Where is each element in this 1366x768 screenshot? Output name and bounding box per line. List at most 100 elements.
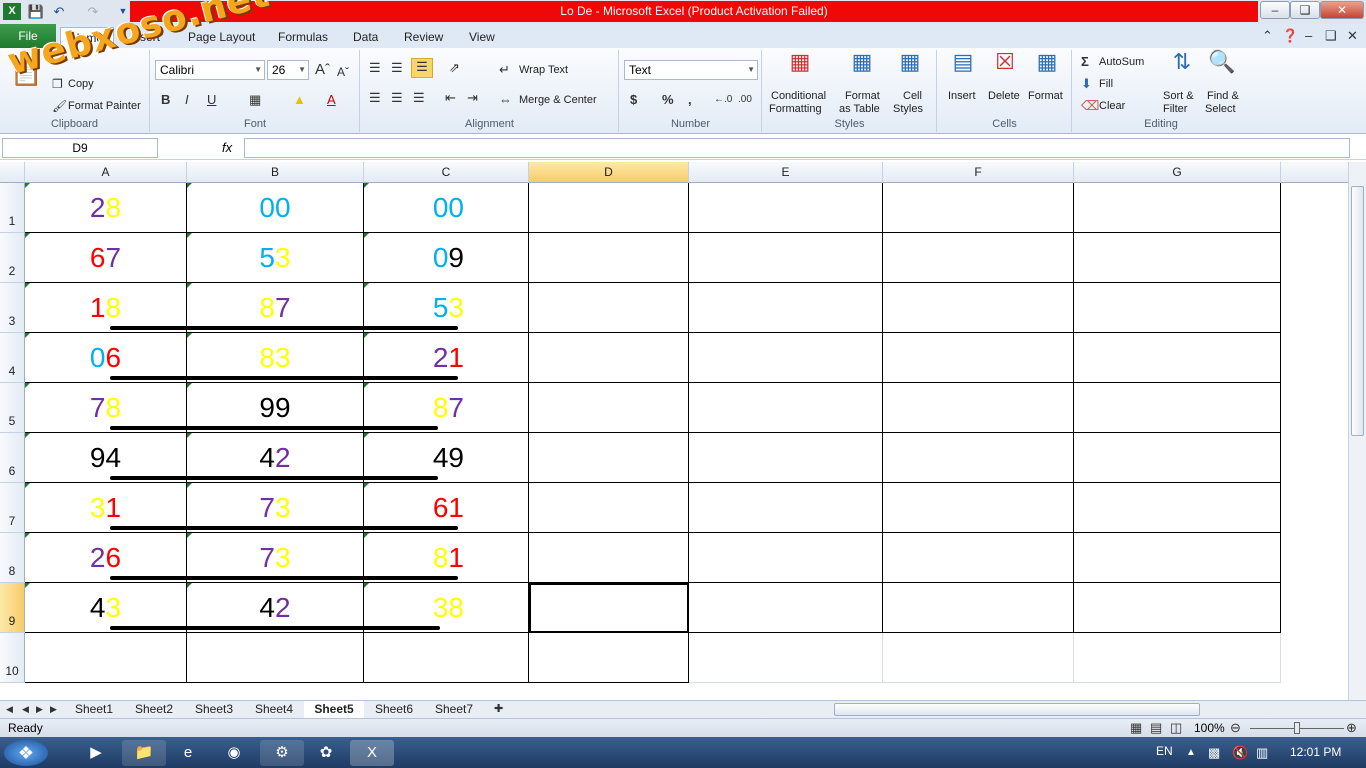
row-header-1[interactable]: 1	[0, 183, 25, 233]
insert-sheet-icon[interactable]: ✚	[494, 701, 503, 717]
show-hidden-icons-icon[interactable]: ▲	[1186, 745, 1196, 761]
zoom-level[interactable]: 100%	[1194, 721, 1225, 735]
cell-e3[interactable]	[689, 283, 883, 333]
wrap-text-icon[interactable]: ↵	[499, 62, 510, 78]
row-header-6[interactable]: 6	[0, 433, 25, 483]
cell-e1[interactable]	[689, 183, 883, 233]
autosum-button[interactable]: AutoSum	[1099, 56, 1144, 68]
first-sheet-icon[interactable]: ◀	[6, 701, 13, 717]
cell-e9[interactable]	[689, 583, 883, 633]
zoom-in-icon[interactable]: ⊕	[1346, 720, 1357, 736]
conditional-formatting-label-1[interactable]: Conditional	[771, 90, 826, 102]
cell-f6[interactable]	[883, 433, 1074, 483]
fill-button[interactable]: Fill	[1099, 78, 1113, 90]
insert-button[interactable]: Insert	[948, 90, 976, 102]
cell-b2[interactable]: 53	[187, 233, 364, 283]
cell-f1[interactable]	[883, 183, 1074, 233]
number-format-select[interactable]: Text ▼	[624, 60, 758, 80]
chrome-icon[interactable]: ◉	[212, 740, 256, 766]
format-as-table-label-1[interactable]: Format	[845, 90, 880, 102]
column-header-f[interactable]: F	[883, 162, 1074, 183]
row-header-2[interactable]: 2	[0, 233, 25, 283]
format-cells-icon[interactable]: ▦	[1032, 51, 1062, 84]
sort-filter-icon[interactable]: ⇅	[1167, 51, 1197, 84]
horizontal-scrollbar[interactable]	[834, 703, 1200, 716]
insert-function-icon[interactable]: fx	[222, 138, 242, 158]
bold-icon[interactable]: B	[161, 92, 170, 108]
cell-d2[interactable]	[529, 233, 689, 283]
column-header-g[interactable]: G	[1074, 162, 1281, 183]
currency-icon[interactable]: $	[630, 92, 637, 108]
orientation-icon[interactable]: ⇗	[449, 60, 460, 76]
clear-button[interactable]: Clear	[1099, 100, 1125, 112]
start-button-icon[interactable]: ❖	[4, 740, 48, 766]
cell-d5[interactable]	[529, 383, 689, 433]
file-explorer-icon[interactable]: 📁	[122, 740, 166, 766]
select-all-corner[interactable]	[0, 162, 25, 183]
increase-indent-icon[interactable]: ⇥	[467, 90, 478, 106]
clock[interactable]: 12:01 PM	[1290, 745, 1341, 759]
cell-c10[interactable]	[364, 633, 529, 683]
network-icon[interactable]: ▥	[1256, 745, 1268, 761]
format-painter-icon[interactable]: 🖌	[52, 98, 67, 114]
sheet-tab-sheet5[interactable]: Sheet5	[304, 701, 364, 718]
app-icon[interactable]: ⚙	[260, 740, 304, 766]
cell-g9[interactable]	[1074, 583, 1281, 633]
page-layout-view-icon[interactable]: ▤	[1150, 720, 1162, 736]
zoom-slider-thumb[interactable]	[1294, 722, 1300, 734]
column-header-b[interactable]: B	[187, 162, 364, 183]
save-icon[interactable]: 💾	[27, 3, 45, 20]
sheet-tab-sheet3[interactable]: Sheet3	[184, 701, 244, 718]
sheet-tab-sheet6[interactable]: Sheet6	[364, 701, 424, 718]
row-header-8[interactable]: 8	[0, 533, 25, 583]
excel-taskbar-icon[interactable]: X	[350, 740, 394, 766]
name-box[interactable]: D9	[2, 138, 158, 158]
wrap-text-button[interactable]: Wrap Text	[519, 64, 568, 76]
column-header-e[interactable]: E	[689, 162, 883, 183]
grow-font-icon[interactable]: Aˆ	[315, 62, 330, 78]
undo-icon[interactable]: ↶	[50, 3, 68, 20]
cell-g3[interactable]	[1074, 283, 1281, 333]
sheet-tab-sheet4[interactable]: Sheet4	[244, 701, 304, 718]
cell-a1[interactable]: 28	[25, 183, 187, 233]
cell-f2[interactable]	[883, 233, 1074, 283]
cell-styles-label-2[interactable]: Styles	[893, 103, 923, 115]
cell-b1[interactable]: 00	[187, 183, 364, 233]
active-cell-d9[interactable]	[529, 583, 689, 633]
cell-d7[interactable]	[529, 483, 689, 533]
sheet-tab-sheet2[interactable]: Sheet2	[124, 701, 184, 718]
cell-d1[interactable]	[529, 183, 689, 233]
tab-data[interactable]: Data	[343, 27, 388, 48]
last-sheet-icon[interactable]: ▶	[50, 701, 57, 717]
align-middle-icon[interactable]: ☰	[391, 60, 403, 76]
comma-icon[interactable]: ,	[688, 92, 692, 108]
align-center-icon[interactable]: ☰	[391, 90, 403, 106]
find-select-icon[interactable]: 🔍	[1207, 51, 1237, 84]
cell-c1[interactable]: 00	[364, 183, 529, 233]
cell-f10[interactable]	[883, 633, 1074, 683]
maximize-button[interactable]: ❑	[1290, 1, 1320, 19]
autosum-icon[interactable]: Σ	[1081, 54, 1089, 70]
insert-cells-icon[interactable]: ▤	[948, 51, 978, 84]
cell-b10[interactable]	[187, 633, 364, 683]
minimize-ribbon-icon[interactable]: ⌃	[1262, 28, 1273, 44]
cell-d10[interactable]	[529, 633, 689, 683]
cell-styles-icon[interactable]: ▦	[895, 51, 925, 84]
underline-icon[interactable]: U	[207, 92, 216, 108]
row-header-7[interactable]: 7	[0, 483, 25, 533]
next-sheet-icon[interactable]: ▶	[36, 701, 43, 717]
column-header-d[interactable]: D	[529, 162, 689, 183]
cell-d4[interactable]	[529, 333, 689, 383]
cell-g4[interactable]	[1074, 333, 1281, 383]
cell-c2[interactable]: 09	[364, 233, 529, 283]
cell-e4[interactable]	[689, 333, 883, 383]
cell-g10[interactable]	[1074, 633, 1281, 683]
cell-e7[interactable]	[689, 483, 883, 533]
sheet-tab-sheet1[interactable]: Sheet1	[64, 701, 124, 718]
merge-center-icon[interactable]: ⇔	[499, 92, 512, 108]
clear-icon[interactable]: ⌫	[1081, 98, 1099, 114]
conditional-formatting-label-2[interactable]: Formatting	[769, 103, 822, 115]
cell-f4[interactable]	[883, 333, 1074, 383]
format-button[interactable]: Format	[1028, 90, 1063, 102]
conditional-formatting-icon[interactable]: ▦	[785, 51, 815, 84]
